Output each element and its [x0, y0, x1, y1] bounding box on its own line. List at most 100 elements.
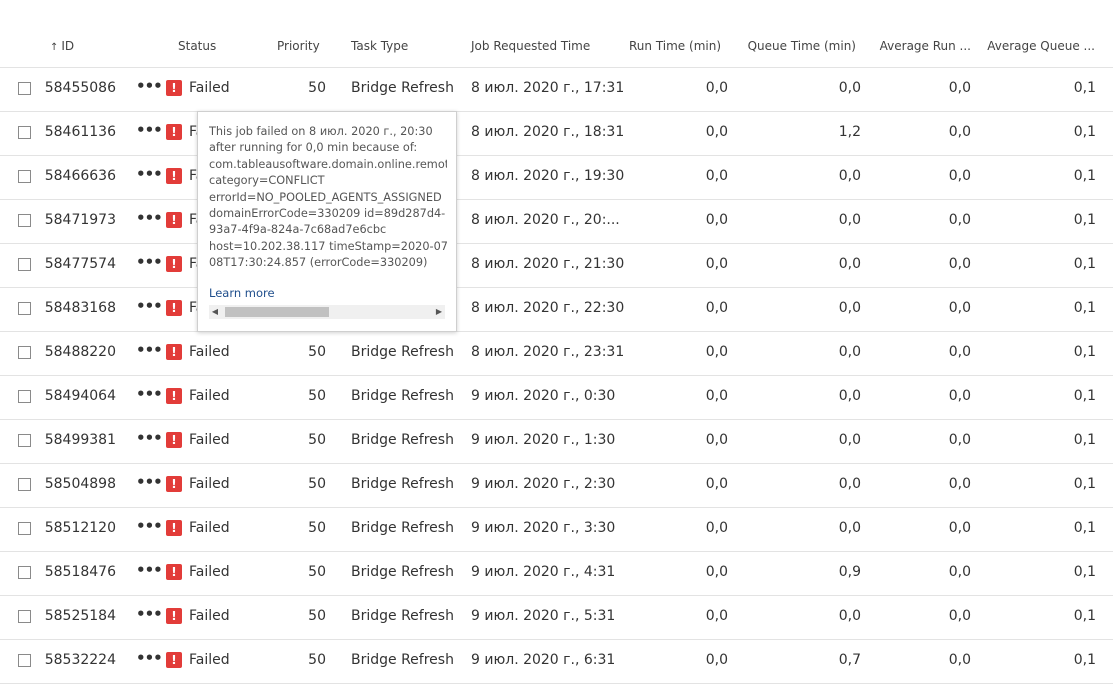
- row-select-checkbox[interactable]: [18, 566, 31, 579]
- row-actions-icon[interactable]: •••: [136, 517, 163, 535]
- job-id-link[interactable]: 58525184: [45, 608, 116, 624]
- queue-time-value: 0,0: [838, 476, 861, 492]
- requested-time-value: 8 июл. 2020 г., 18:31: [471, 124, 625, 140]
- job-id-link[interactable]: 58461136: [45, 124, 116, 140]
- row-select-checkbox[interactable]: [18, 478, 31, 491]
- table-row[interactable]: 58477574•••!Failed50Bridge Refresh8 июл.…: [0, 244, 1113, 288]
- failed-status-icon: !: [166, 432, 182, 448]
- average-run-value: 0,0: [948, 256, 971, 272]
- row-actions-icon[interactable]: •••: [136, 121, 163, 139]
- queue-time-value: 0,0: [838, 432, 861, 448]
- column-header-run-time[interactable]: Run Time (min): [629, 39, 721, 53]
- job-id-link[interactable]: 58471973: [45, 212, 116, 228]
- run-time-value: 0,0: [705, 652, 728, 668]
- row-select-checkbox[interactable]: [18, 126, 31, 139]
- job-id-link[interactable]: 58518476: [45, 564, 116, 580]
- job-id-link[interactable]: 58466636: [45, 168, 116, 184]
- run-time-value: 0,0: [705, 520, 728, 536]
- status-text: Failed: [189, 80, 230, 96]
- row-select-checkbox[interactable]: [18, 390, 31, 403]
- requested-time-value: 9 июл. 2020 г., 3:30: [471, 520, 616, 536]
- row-select-checkbox[interactable]: [18, 522, 31, 535]
- row-actions-icon[interactable]: •••: [136, 297, 163, 315]
- average-queue-value: 0,1: [1073, 124, 1096, 140]
- table-row[interactable]: 58461136•••!Failed50Bridge Refresh8 июл.…: [0, 112, 1113, 156]
- average-queue-value: 0,1: [1073, 300, 1096, 316]
- queue-time-value: 0,0: [838, 520, 861, 536]
- job-id-link[interactable]: 58488220: [45, 344, 116, 360]
- row-select-checkbox[interactable]: [18, 214, 31, 227]
- priority-value: 50: [308, 476, 326, 492]
- row-select-checkbox[interactable]: [18, 170, 31, 183]
- task-type-value: Bridge Refresh: [351, 652, 454, 668]
- sort-ascending-icon: ↑: [50, 42, 59, 53]
- job-id-link[interactable]: 58504898: [45, 476, 116, 492]
- row-actions-icon[interactable]: •••: [136, 473, 163, 491]
- table-row[interactable]: 58471973•••!Failed50Bridge Refresh8 июл.…: [0, 200, 1113, 244]
- column-header-job-requested-time[interactable]: Job Requested Time: [471, 39, 590, 53]
- scrollbar-thumb[interactable]: [225, 307, 329, 317]
- row-select-checkbox[interactable]: [18, 346, 31, 359]
- job-id-link[interactable]: 58477574: [45, 256, 116, 272]
- row-actions-icon[interactable]: •••: [136, 209, 163, 227]
- table-row[interactable]: 58455086 •••! Failed 50 Bridge Refresh 8 июл.…: [0, 68, 1113, 112]
- table-row[interactable]: 58512120 •••! Failed 50 Bridge Refresh 9 июл.…: [0, 508, 1113, 552]
- job-id-link[interactable]: 58483168: [45, 300, 116, 316]
- run-time-value: 0,0: [705, 432, 728, 448]
- column-header-status[interactable]: Status: [178, 39, 216, 53]
- row-actions-icon[interactable]: •••: [136, 341, 163, 359]
- average-run-value: 0,0: [948, 432, 971, 448]
- column-header-id[interactable]: ↑ ID: [50, 39, 74, 53]
- column-header-priority[interactable]: Priority: [277, 39, 320, 53]
- row-actions-icon[interactable]: •••: [136, 253, 163, 271]
- scroll-right-icon[interactable]: ▶: [433, 305, 445, 319]
- task-type-value: Bridge Refresh: [351, 344, 454, 360]
- requested-time-value: 9 июл. 2020 г., 0:30: [471, 388, 616, 404]
- column-header-average-run[interactable]: Average Run ...: [880, 39, 971, 53]
- table-row[interactable]: 58532224 •••! Failed 50 Bridge Refresh 9 июл.…: [0, 640, 1113, 684]
- table-row[interactable]: 58499381 •••! Failed 50 Bridge Refresh 9 июл.…: [0, 420, 1113, 464]
- queue-time-value: 0,0: [838, 80, 861, 96]
- column-header-task-type[interactable]: Task Type: [351, 39, 408, 53]
- scroll-left-icon[interactable]: ◀: [209, 305, 221, 319]
- failed-status-icon: !: [166, 256, 182, 272]
- row-select-checkbox[interactable]: [18, 302, 31, 315]
- learn-more-link[interactable]: Learn more: [209, 286, 275, 300]
- row-select-checkbox[interactable]: [18, 258, 31, 271]
- tooltip-horizontal-scrollbar[interactable]: ◀ ▶: [209, 305, 445, 319]
- task-type-value: Bridge Refresh: [351, 520, 454, 536]
- table-row[interactable]: 58504898 •••! Failed 50 Bridge Refresh 9 июл.…: [0, 464, 1113, 508]
- requested-time-value: 8 июл. 2020 г., 17:31: [471, 80, 625, 96]
- row-actions-icon[interactable]: •••: [136, 605, 163, 623]
- row-actions-icon[interactable]: •••: [136, 385, 163, 403]
- queue-time-value: 0,0: [838, 388, 861, 404]
- table-row[interactable]: 58518476 •••! Failed 50 Bridge Refresh 9 июл.…: [0, 552, 1113, 596]
- job-id-link[interactable]: 58494064: [45, 388, 116, 404]
- requested-time-value: 8 июл. 2020 г., 22:30: [471, 300, 625, 316]
- average-run-value: 0,0: [948, 388, 971, 404]
- row-select-checkbox[interactable]: [18, 610, 31, 623]
- job-id-link[interactable]: 58512120: [45, 520, 116, 536]
- average-run-value: 0,0: [948, 564, 971, 580]
- table-row[interactable]: 58488220 •••! Failed 50 Bridge Refresh 8 июл.…: [0, 332, 1113, 376]
- table-row[interactable]: 58525184 •••! Failed 50 Bridge Refresh 9 июл.…: [0, 596, 1113, 640]
- run-time-value: 0,0: [705, 608, 728, 624]
- row-select-checkbox[interactable]: [18, 434, 31, 447]
- row-actions-icon[interactable]: •••: [136, 77, 163, 95]
- table-row[interactable]: 58483168•••!Failed50Bridge Refresh8 июл.…: [0, 288, 1113, 332]
- job-id-link[interactable]: 58499381: [45, 432, 116, 448]
- job-id-link[interactable]: 58455086: [45, 80, 116, 96]
- row-actions-icon[interactable]: •••: [136, 561, 163, 579]
- row-select-checkbox[interactable]: [18, 82, 31, 95]
- average-run-value: 0,0: [948, 168, 971, 184]
- table-row[interactable]: 58494064 •••! Failed 50 Bridge Refresh 9 июл.…: [0, 376, 1113, 420]
- table-row[interactable]: 58466636•••!Failed50Bridge Refresh8 июл.…: [0, 156, 1113, 200]
- run-time-value: 0,0: [705, 212, 728, 228]
- average-queue-value: 0,1: [1073, 608, 1096, 624]
- column-header-average-queue[interactable]: Average Queue ...: [987, 39, 1095, 53]
- row-actions-icon[interactable]: •••: [136, 649, 163, 667]
- row-actions-icon[interactable]: •••: [136, 165, 163, 183]
- row-actions-icon[interactable]: •••: [136, 429, 163, 447]
- column-header-queue-time[interactable]: Queue Time (min): [748, 39, 856, 53]
- job-id-link[interactable]: 58532224: [45, 652, 116, 668]
